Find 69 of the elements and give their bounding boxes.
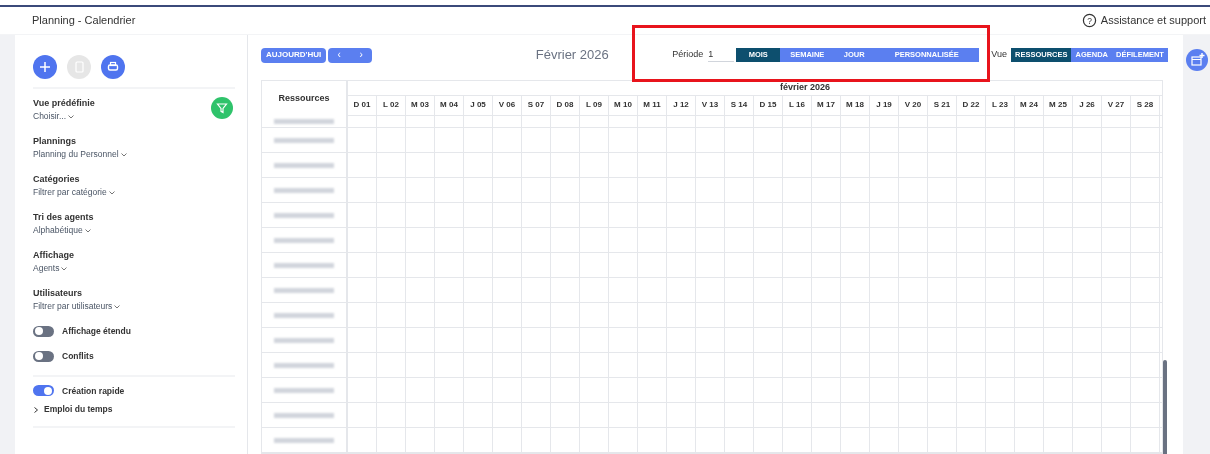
filter-label: Vue prédéfinie — [33, 97, 95, 110]
day-header: J 26 — [1079, 99, 1095, 112]
toggle-switch[interactable] — [33, 325, 54, 337]
day-header: M 04 — [440, 99, 458, 112]
filter-dropdown[interactable]: Agents — [33, 262, 68, 275]
day-header: D 08 — [556, 99, 574, 112]
filter-icon[interactable] — [211, 97, 233, 119]
today-button[interactable]: AUJOURD'HUI — [261, 47, 327, 63]
day-header: M 17 — [817, 99, 835, 112]
day-header: L 02 — [383, 99, 399, 112]
day-header: M 10 — [614, 99, 632, 112]
day-header: M 03 — [411, 99, 429, 112]
filter-label: Plannings — [33, 135, 76, 148]
day-header: S 14 — [730, 99, 748, 112]
day-header: L 23 — [992, 99, 1008, 112]
printer-icon[interactable] — [101, 55, 125, 79]
period-label: Période — [672, 48, 704, 62]
day-header: S 28 — [1136, 99, 1154, 112]
chevron-down-icon — [120, 152, 127, 157]
filter-label: Utilisateurs — [33, 287, 83, 300]
scrollbar[interactable] — [1163, 360, 1167, 454]
section-label[interactable]: Emploi du temps — [44, 403, 113, 416]
chevron-down-icon — [68, 114, 75, 119]
help-icon: ? — [1081, 13, 1097, 28]
toggle-label: Conflits — [62, 349, 94, 363]
chevron-down-icon — [114, 304, 121, 309]
add-icon[interactable] — [33, 55, 57, 79]
day-header: M 18 — [846, 99, 864, 112]
breadcrumb: Planning - Calendrier — [32, 13, 136, 29]
day-header: V 20 — [904, 99, 922, 112]
day-header: V 13 — [701, 99, 719, 112]
day-header: J 05 — [470, 99, 486, 112]
chevron-down-icon — [84, 228, 91, 233]
filter-dropdown[interactable]: Choisir... — [33, 110, 75, 123]
filter-label: Tri des agents — [33, 211, 94, 224]
view-label: Vue — [991, 48, 1007, 62]
day-header: L 16 — [789, 99, 805, 112]
day-header: L 09 — [586, 99, 602, 112]
day-header: J 19 — [876, 99, 892, 112]
chevron-down-icon — [61, 266, 68, 271]
month-header: février 2026 — [779, 81, 830, 94]
previous-button[interactable]: ‹ — [328, 47, 351, 63]
day-header: S 07 — [527, 99, 545, 112]
next-button[interactable]: › — [350, 47, 373, 63]
toggle-switch[interactable] — [33, 385, 54, 397]
day-header: V 27 — [1107, 99, 1125, 112]
day-header: D 15 — [759, 99, 777, 112]
day-header: D 22 — [962, 99, 980, 112]
calendar-add-icon[interactable] — [1185, 49, 1208, 71]
period-input[interactable]: 1 — [708, 47, 735, 63]
day-header: S 21 — [933, 99, 951, 112]
toggle-label: Création rapide — [62, 384, 125, 398]
chevron-icon[interactable] — [33, 406, 39, 413]
dropdown-value: Agents — [33, 262, 60, 275]
resource-header: Ressources — [278, 91, 330, 105]
day-header: V 06 — [498, 99, 516, 112]
day-header: M 11 — [643, 99, 661, 112]
day-header: M 25 — [1049, 99, 1067, 112]
dropdown-value: Choisir... — [33, 110, 67, 123]
help-link[interactable]: ? Assistance et support — [1081, 12, 1206, 29]
toggle-label: Affichage étendu — [62, 325, 131, 338]
day-header: D 01 — [353, 99, 371, 112]
day-header: M 24 — [1020, 99, 1038, 112]
chevron-down-icon — [108, 190, 115, 195]
day-header: J 12 — [673, 99, 689, 112]
month-title: Février 2026 — [534, 46, 610, 65]
filter-label: Catégories — [33, 173, 80, 186]
filter-label: Affichage — [33, 249, 74, 262]
toggle-switch[interactable] — [33, 350, 54, 362]
